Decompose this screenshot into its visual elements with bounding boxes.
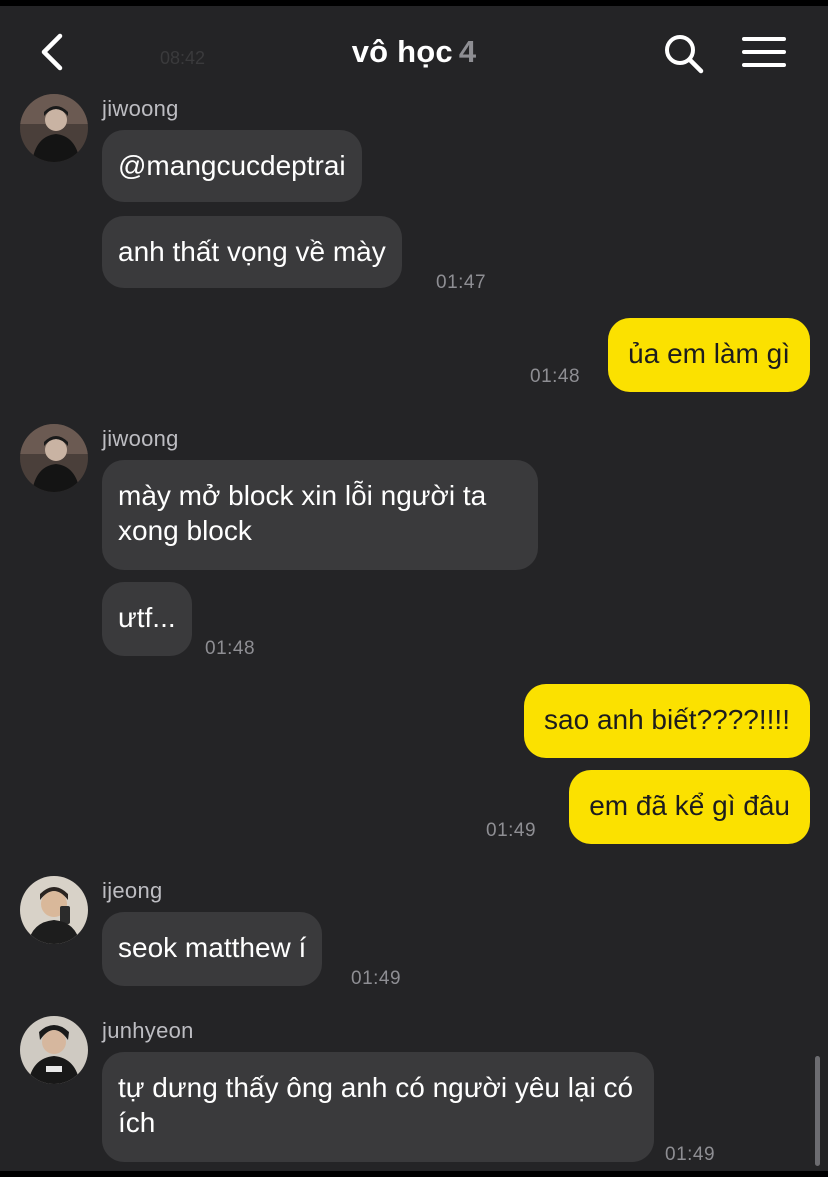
message-time: 01:48 (530, 366, 581, 387)
message-bubble[interactable]: mày mở block xin lỗi người ta xong block (102, 460, 538, 570)
avatar[interactable] (20, 1016, 88, 1084)
user-photo-icon (20, 424, 88, 492)
member-count: 4 (458, 34, 477, 69)
chat-screen: 08:42 vô học 4 jiwoong @mangcucdeptrai a… (0, 6, 828, 1171)
avatar[interactable] (20, 876, 88, 944)
user-photo-icon (20, 876, 88, 944)
message-bubble-outgoing[interactable]: sao anh biết????!!!! (524, 684, 810, 758)
message-time: 01:49 (486, 820, 537, 841)
user-photo-icon (20, 1016, 88, 1084)
message-bubble[interactable]: tự dưng thấy ông anh có người yêu lại có… (102, 1052, 654, 1162)
sender-name: jiwoong (102, 426, 179, 451)
message-bubble[interactable]: @mangcucdeptrai (102, 130, 362, 202)
search-button[interactable] (660, 30, 706, 76)
user-photo-icon (20, 94, 88, 162)
avatar[interactable] (20, 424, 88, 492)
sender-name: jiwoong (102, 96, 179, 121)
scrollbar[interactable] (815, 1056, 820, 1166)
message-time: 01:47 (436, 272, 487, 293)
message-bubble[interactable]: anh thất vọng về mày (102, 216, 402, 288)
menu-button[interactable] (740, 32, 788, 72)
search-icon (665, 35, 704, 74)
chat-title-text: vô học (351, 34, 453, 69)
message-time: 01:49 (665, 1144, 716, 1165)
sender-name: junhyeon (102, 1018, 194, 1043)
message-bubble[interactable]: ưtf... (102, 582, 192, 656)
message-time: 01:49 (351, 968, 402, 989)
message-time: 01:48 (205, 638, 256, 659)
hamburger-menu-icon (742, 37, 786, 67)
sender-name: ijeong (102, 878, 163, 903)
message-bubble[interactable]: seok matthew í (102, 912, 323, 986)
avatar[interactable] (20, 94, 88, 162)
message-bubble-outgoing[interactable]: ủa em làm gì (608, 318, 810, 392)
message-bubble-outgoing[interactable]: em đã kể gì đâu (569, 770, 810, 844)
